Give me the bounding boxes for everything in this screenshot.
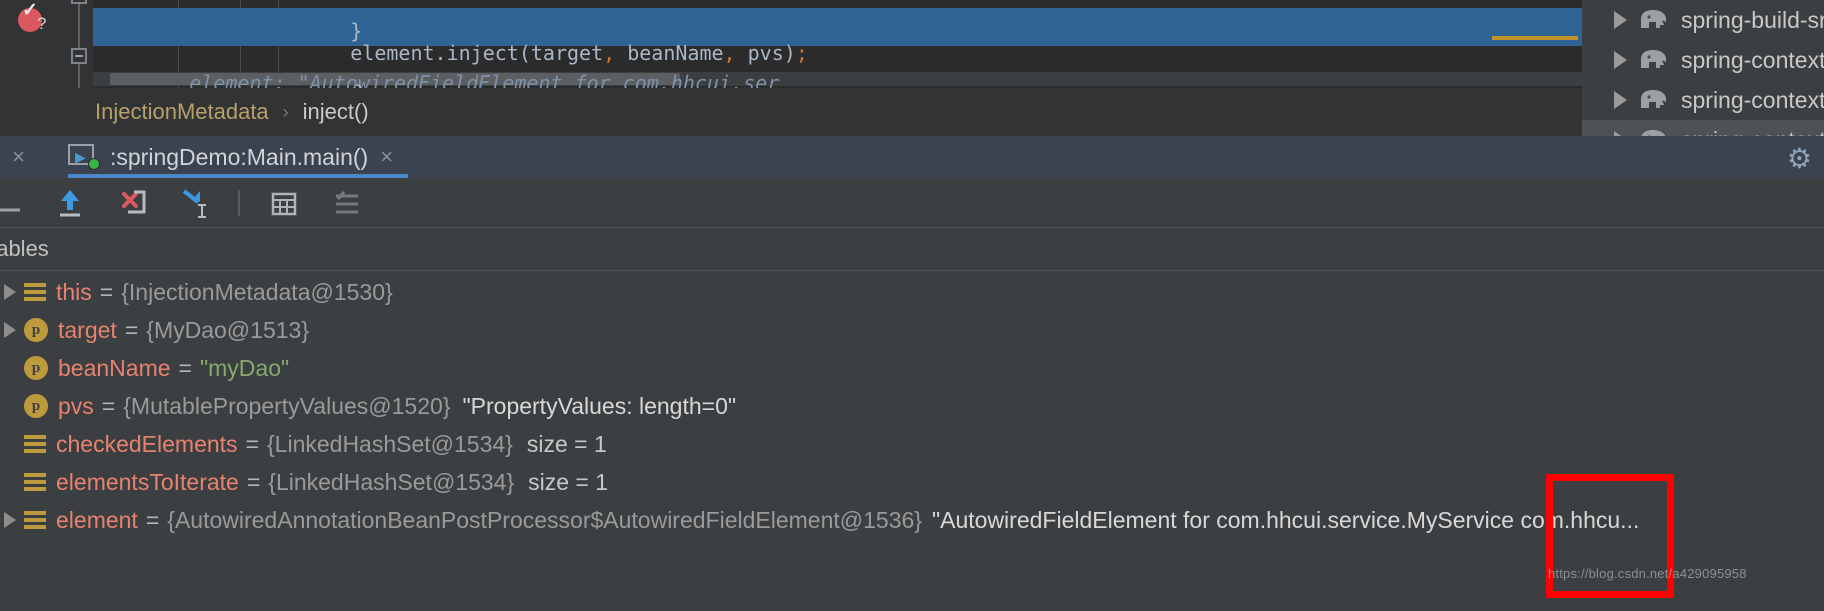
equals-sign: = [178, 354, 192, 381]
equals-sign: = [145, 506, 160, 533]
variable-name: beanName [58, 354, 171, 381]
code-line-current[interactable]: element.inject(target, beanName, pvs); e… [93, 8, 1582, 88]
gradle-tree-label: spring-build-src [1681, 6, 1824, 33]
tab-inactive[interactable]: )] × [0, 136, 25, 178]
gradle-tree-row-selected[interactable]: spring-context-support [1582, 120, 1824, 136]
gradle-tree-label: spring-context-indexer [1681, 86, 1824, 113]
run-configuration-icon: ▶ [68, 144, 100, 170]
equals-sign: = [124, 316, 139, 343]
run-to-cursor-icon[interactable] [176, 186, 212, 220]
variable-extra: size = 1 [526, 430, 607, 457]
watermark-text: https://blog.csdn.net/a429095958 [1548, 566, 1747, 581]
gradle-tree-row[interactable]: spring-context-indexer [1582, 80, 1824, 120]
expand-arrow-icon[interactable] [4, 284, 16, 300]
gradle-tree-label: spring-context [1681, 46, 1824, 73]
field-icon [24, 281, 46, 303]
breakpoint-question-icon[interactable]: ✓? [18, 1, 48, 34]
gradle-elephant-icon [1637, 8, 1671, 32]
variable-row-elementstoiterate[interactable]: elementsToIterate = {LinkedHashSet@1534}… [0, 465, 1824, 499]
ide-window: ✓? } element.inject(target, beanName, pv… [0, 0, 1824, 611]
variable-row-beanname[interactable]: p beanName = "myDao" [0, 351, 1824, 385]
variable-string-value: "myDao" [199, 354, 290, 381]
field-icon [24, 509, 46, 531]
force-step-into-icon[interactable] [114, 186, 150, 220]
debug-tab-bar[interactable]: )] × ▶ :springDemo:Main.main() × ⚙ [0, 136, 1824, 178]
variable-type: {LinkedHashSet@1534} [268, 468, 515, 495]
gradle-tree-label: spring-context-support [1681, 127, 1824, 137]
variable-type: {LinkedHashSet@1534} [266, 430, 513, 457]
gradle-tree-row[interactable]: spring-context [1582, 40, 1824, 80]
expand-arrow-icon[interactable] [4, 322, 16, 338]
variable-name: checkedElements [56, 430, 238, 457]
breadcrumb-method[interactable]: inject() [303, 99, 369, 125]
variable-type: {MutablePropertyValues@1520} [123, 392, 451, 419]
expand-arrow-icon[interactable] [1614, 51, 1627, 69]
chevron-right-icon: › [282, 101, 289, 122]
expand-arrow-icon[interactable] [1614, 11, 1627, 29]
evaluate-expression-icon[interactable] [266, 186, 302, 220]
toolbar-separator [238, 190, 240, 216]
variable-name: pvs [58, 392, 94, 419]
close-icon[interactable]: × [12, 146, 25, 168]
code-editor[interactable]: ✓? } element.inject(target, beanName, pv… [0, 0, 1582, 88]
field-icon [24, 433, 46, 455]
breadcrumb-class[interactable]: InjectionMetadata [95, 99, 269, 125]
close-icon[interactable]: × [380, 146, 393, 168]
inline-parameter-hint: element: "AutowiredFieldElement for com.… [189, 71, 780, 88]
step-out-icon[interactable] [52, 186, 88, 220]
field-icon [24, 471, 46, 493]
variable-type: {MyDao@1513} [146, 316, 309, 343]
variable-extra: "AutowiredFieldElement for com.hhcui.ser… [931, 506, 1640, 533]
code-fold-top-icon[interactable] [71, 0, 87, 4]
variables-title: riables [0, 236, 49, 261]
toolbar-divider [0, 227, 1824, 228]
variable-extra: size = 1 [528, 468, 609, 495]
gradle-tool-window[interactable]: spring-build-src spring-context spring-c… [1582, 0, 1824, 136]
param-icon: p [24, 318, 48, 342]
gradle-elephant-icon [1637, 48, 1671, 72]
variable-type: {InjectionMetadata@1530} [121, 278, 393, 305]
variables-header: riables [0, 229, 1824, 270]
equals-sign: = [101, 392, 116, 419]
tab-springdemo-main[interactable]: ▶ :springDemo:Main.main() × [68, 136, 393, 178]
gradle-tree-row[interactable]: spring-build-src [1582, 0, 1824, 40]
code-text-current: element.inject(target, beanName, pvs); [350, 41, 808, 65]
variables-list[interactable]: this = {InjectionMetadata@1530} p target… [0, 271, 1824, 611]
param-icon: p [24, 356, 48, 380]
variable-type: {AutowiredAnnotationBeanPostProcessor$Au… [167, 506, 922, 533]
variable-row-this[interactable]: this = {InjectionMetadata@1530} [0, 275, 1824, 309]
variable-extra: "PropertyValues: length=0" [462, 392, 737, 419]
equals-sign: = [245, 430, 259, 457]
variable-row-pvs[interactable]: p pvs = {MutablePropertyValues@1520} "Pr… [0, 389, 1824, 423]
param-icon: p [24, 394, 48, 418]
variable-row-target[interactable]: p target = {MyDao@1513} [0, 313, 1824, 347]
variable-name: elementsToIterate [56, 468, 239, 495]
breadcrumb[interactable]: InjectionMetadata › inject() [0, 88, 1582, 136]
step-over-icon[interactable] [0, 186, 26, 220]
inline-hint-underline [1492, 36, 1578, 40]
gear-icon[interactable]: ⚙ [1787, 142, 1812, 175]
equals-sign: = [246, 468, 261, 495]
expand-arrow-icon[interactable] [4, 512, 16, 528]
variable-row-checkedelements[interactable]: checkedElements = {LinkedHashSet@1534} s… [0, 427, 1824, 461]
debug-toolbar[interactable] [0, 178, 1824, 228]
settings-list-icon[interactable] [328, 186, 364, 220]
expand-arrow-icon[interactable] [1614, 91, 1627, 109]
gradle-panel-bottom-divider [1586, 129, 1824, 130]
variable-row-element[interactable]: element = {AutowiredAnnotationBeanPostPr… [0, 503, 1824, 537]
variable-name: target [58, 316, 117, 343]
equals-sign: = [99, 278, 114, 305]
tab-active-label: :springDemo:Main.main() [110, 143, 369, 170]
variable-name: element [56, 506, 138, 533]
code-fold-icon[interactable] [71, 48, 87, 64]
variable-name: this [56, 278, 92, 305]
gradle-elephant-icon [1637, 88, 1671, 112]
code-fold-line [78, 0, 80, 88]
